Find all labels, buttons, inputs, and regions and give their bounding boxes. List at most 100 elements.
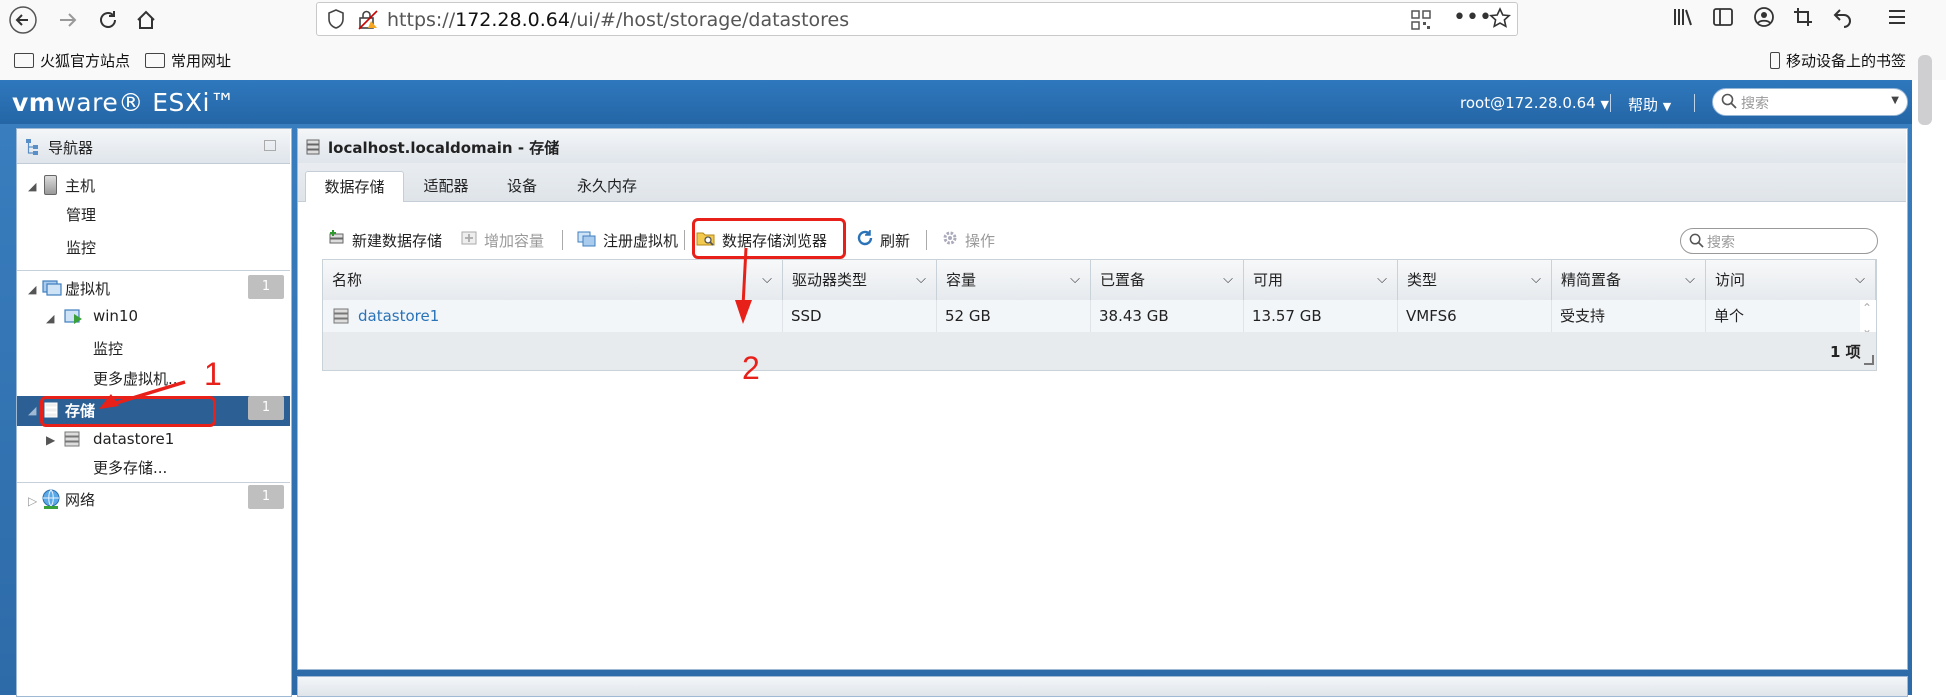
column-label: 名称 [332,271,363,289]
grid-search-input[interactable]: 搜索 [1680,228,1878,254]
cell-thin-provisioning: 受支持 [1552,300,1706,332]
expand-triangle-icon[interactable]: ◢ [46,312,54,325]
column-header-type[interactable]: 类型 ⌵ [1398,260,1552,300]
home-button[interactable] [128,2,164,38]
chevron-down-icon[interactable]: ⌵ [1377,260,1387,300]
expand-triangle-icon[interactable]: ◢ [28,283,36,296]
chevron-down-icon[interactable]: ⌵ [1855,260,1865,300]
column-header-thin-provisioning[interactable]: 精简置备 ⌵ [1552,260,1706,300]
column-label: 可用 [1253,271,1284,289]
column-header-capacity[interactable]: 容量 ⌵ [937,260,1091,300]
annotation-arrow-1 [99,380,186,409]
column-header-name[interactable]: 名称 ⌵ [323,260,783,300]
chevron-down-icon[interactable]: ⌵ [1070,260,1080,300]
new-datastore-button[interactable]: 新建数据存储 [328,229,442,251]
nav-host[interactable]: 主机 [65,175,95,196]
forward-arrow-icon [60,13,77,27]
increase-capacity-button[interactable]: 增加容量 [460,229,544,251]
collapse-panel-icon[interactable] [264,140,276,151]
cell-access: 单个 [1714,307,1745,325]
vm-count-badge: 1 [248,275,284,299]
recent-tasks-panel[interactable] [297,676,1908,697]
scroll-up-icon[interactable]: ⌃ [1862,301,1872,315]
chevron-down-icon[interactable]: ⌵ [762,260,772,300]
qr-code-icon[interactable] [1411,10,1431,34]
refresh-button[interactable]: 刷新 [856,229,910,251]
esxi-header [0,80,1912,124]
annotation-label-1: 1 [204,356,222,392]
resize-handle-icon[interactable] [1864,355,1874,365]
page-actions-icon[interactable]: ••• [1453,5,1492,30]
grid-search-placeholder: 搜索 [1707,235,1735,251]
register-vm-button[interactable]: 注册虚拟机 [577,229,678,251]
collapsed-triangle-icon[interactable]: ▶ [46,433,55,447]
column-label: 驱动器类型 [792,271,868,289]
nav-divider [17,270,290,271]
help-menu[interactable]: 帮助 ▼ [1628,94,1671,115]
annotation-arrow-2 [735,247,752,324]
crop-icon[interactable] [1792,6,1814,33]
caret-down-icon[interactable]: ▼ [1891,95,1899,106]
shield-icon[interactable] [327,9,345,33]
logo-vm: vm [12,88,56,117]
nav-vm-win10[interactable]: win10 [93,307,138,325]
chevron-down-icon[interactable]: ⌵ [1531,260,1541,300]
account-icon[interactable] [1753,6,1775,33]
collapsed-triangle-icon[interactable]: ▷ [28,494,37,508]
bookmark-firefox-site[interactable]: 火狐官方站点 [14,50,130,71]
bookmark-label: 火狐官方站点 [40,52,131,70]
vmware-esxi-logo: vmware® ESXi™ [12,88,236,117]
refresh-icon [856,229,874,251]
column-header-drive-type[interactable]: 驱动器类型 ⌵ [783,260,937,300]
main-panel [297,128,1908,670]
nav-virtual-machines[interactable]: 虚拟机 [65,278,110,299]
virtual-machine-icon [42,278,62,300]
insecure-lock-icon[interactable] [357,9,379,35]
tab-adapters[interactable]: 适配器 [408,171,484,201]
tab-devices[interactable]: 设备 [494,171,550,201]
nav-host-manage[interactable]: 管理 [66,204,96,225]
header-search-input[interactable]: 搜索 ▼ [1712,88,1908,116]
vm-powered-on-icon [64,307,84,329]
expand-triangle-icon[interactable]: ◢ [28,404,36,417]
chevron-down-icon[interactable]: ⌵ [916,260,926,300]
toolbar-divider [926,230,927,250]
forward-button[interactable] [50,2,86,38]
chevron-down-icon[interactable]: ⌵ [1223,260,1233,300]
mobile-bookmarks[interactable]: 移动设备上的书签 [1770,50,1906,71]
reload-button[interactable] [90,2,126,38]
network-globe-icon [40,488,62,514]
undo-icon[interactable] [1832,6,1854,33]
gear-icon [941,229,959,251]
nav-vm-monitor[interactable]: 监控 [93,338,123,359]
cell-capacity: 52 GB [937,300,1091,332]
bookmark-star-icon[interactable] [1488,7,1512,33]
nav-more-storage[interactable]: 更多存储... [93,457,167,478]
actions-button[interactable]: 操作 [941,229,995,251]
refresh-label: 刷新 [880,231,911,250]
cell-name-link[interactable]: datastore1 [350,300,783,332]
expand-triangle-icon[interactable]: ◢ [28,180,36,193]
nav-host-monitor[interactable]: 监控 [66,237,96,258]
search-icon [1721,93,1737,113]
menu-icon[interactable] [1886,6,1908,33]
scrollbar-thumb[interactable] [1918,55,1932,125]
tab-datastores[interactable]: 数据存储 [305,171,404,202]
header-divider [1610,94,1611,112]
chevron-down-icon[interactable]: ⌵ [1685,260,1695,300]
url-text[interactable]: https://172.28.0.64/ui/#/host/storage/da… [387,9,849,31]
bookmark-common-urls[interactable]: 常用网址 [145,50,231,71]
back-button[interactable] [5,2,41,38]
nav-datastore1[interactable]: datastore1 [93,430,174,448]
tab-persistent-memory[interactable]: 永久内存 [566,171,648,201]
column-header-provisioned[interactable]: 已置备 ⌵ [1091,260,1244,300]
url-host: 172.28.0.64 [455,9,570,31]
sidebar-icon[interactable] [1712,6,1734,33]
nav-network[interactable]: 网络 [65,489,95,510]
library-icon[interactable] [1672,6,1694,33]
column-header-access[interactable]: 访问 ⌵ [1706,260,1876,300]
bookmarks-bar [0,40,1946,81]
url-bar[interactable]: https://172.28.0.64/ui/#/host/storage/da… [316,2,1518,36]
column-header-free[interactable]: 可用 ⌵ [1244,260,1398,300]
user-menu[interactable]: root@172.28.0.64 ▼ [1460,94,1609,112]
